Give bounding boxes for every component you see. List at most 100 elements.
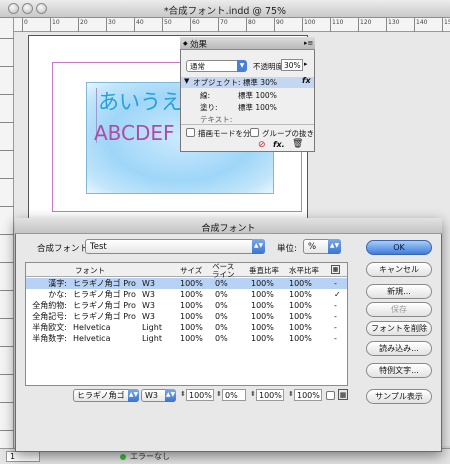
ruler-tick — [190, 18, 191, 32]
ruler-tick — [162, 18, 163, 32]
cell-hscale: 100% — [289, 279, 312, 288]
cell-hscale: 100% — [289, 323, 312, 332]
fill-effect-label[interactable]: 塗り: — [200, 102, 218, 113]
ruler-tick — [0, 66, 14, 67]
cancel-button[interactable]: キャンセル — [366, 262, 432, 277]
column-header-hscale[interactable]: 水平比率 — [289, 267, 319, 275]
cell-hscale: 100% — [289, 301, 312, 310]
cell-mark: - — [334, 279, 337, 288]
load-button[interactable]: 読み込み... — [366, 341, 432, 356]
unit-label: 単位: — [277, 244, 297, 254]
column-header-size[interactable]: サイズ — [180, 267, 202, 275]
ruler-tick — [442, 18, 443, 32]
trash-icon[interactable]: 🗑 — [292, 139, 303, 149]
disclosure-triangle-icon[interactable]: ▼ — [184, 77, 189, 85]
composite-font-select[interactable]: Test — [85, 239, 265, 254]
ruler-number: 70 — [220, 19, 228, 26]
preflight-status-icon — [120, 454, 126, 460]
column-header-font[interactable]: フォント — [75, 267, 105, 275]
ruler-tick — [134, 18, 135, 32]
cell-vscale: 100% — [251, 301, 274, 310]
ruler-tick — [106, 18, 107, 32]
column-header-baseline[interactable]: ベース ライン — [212, 263, 235, 279]
cell-vscale: 100% — [251, 279, 274, 288]
table-options-icon[interactable]: ▦ — [331, 265, 340, 274]
cell-font: ヒラギノ角ゴ Pro — [73, 301, 136, 310]
object-effect-label: オブジェクト: 標準 30% — [193, 78, 277, 87]
vscale-field[interactable]: 100% — [256, 389, 284, 401]
cell-baseline: 0% — [215, 323, 228, 332]
cell-mark: - — [334, 334, 337, 343]
chevron-down-icon[interactable]: ▲▼ — [328, 239, 341, 254]
fill-effect-value: 標準 100% — [238, 103, 277, 112]
hscale-field[interactable]: 100% — [294, 389, 322, 401]
cell-vscale: 100% — [251, 334, 274, 343]
page-number-field[interactable]: 1 — [6, 451, 40, 462]
cell-hscale: 100% — [289, 290, 312, 299]
ruler-number: 40 — [136, 19, 144, 26]
baseline-field[interactable]: 0% — [222, 389, 246, 401]
isolate-blend-label: 描画モードを分離 — [198, 129, 258, 138]
cell-baseline: 0% — [215, 312, 228, 321]
opacity-slider-icon[interactable]: ▸ — [304, 60, 308, 68]
cell-weight: W3 — [142, 312, 155, 321]
effects-panel-title: 効果 — [190, 40, 208, 50]
vscale-stepper-icon[interactable]: ⬍ — [250, 390, 256, 398]
cell-hscale: 100% — [289, 334, 312, 343]
ruler-number: 110 — [332, 19, 344, 26]
cell-hscale: 100% — [289, 312, 312, 321]
ruler-tick — [0, 122, 14, 123]
document-title: *合成フォント.indd @ 75% — [163, 6, 287, 17]
panel-collapse-icon[interactable]: ◆ — [183, 40, 188, 47]
new-button[interactable]: 新規... — [366, 284, 432, 299]
cell-weight: W3 — [142, 290, 155, 299]
column-header-vscale[interactable]: 垂直比率 — [249, 267, 279, 275]
ruler-number: 50 — [164, 19, 172, 26]
preflight-status-text[interactable]: エラーなし — [130, 451, 170, 462]
fx-icon[interactable]: fx — [302, 76, 311, 85]
size-field[interactable]: 100% — [186, 389, 214, 401]
grid-icon[interactable]: ▦ — [338, 389, 348, 400]
panel-menu-icon[interactable]: ▸≡ — [304, 39, 313, 47]
cell-font: ヒラギノ角ゴ Pro — [73, 290, 136, 299]
show-sample-button[interactable]: サンプル表示 — [366, 389, 432, 404]
baseline-stepper-icon[interactable]: ⬍ — [216, 390, 222, 398]
chevron-down-icon[interactable]: ▲▼ — [252, 239, 265, 254]
isolate-blend-checkbox[interactable] — [186, 128, 195, 137]
ruler-tick — [218, 18, 219, 32]
special-characters-button[interactable]: 特例文字... — [366, 363, 432, 378]
knockout-group-label: グループの抜き — [262, 129, 315, 138]
opacity-field[interactable]: 30% — [281, 59, 303, 71]
ruler-number: 100 — [304, 19, 316, 26]
clear-effects-icon[interactable]: ⊘ — [258, 140, 266, 150]
ruler-tick — [302, 18, 303, 32]
ok-button[interactable]: OK — [366, 240, 432, 255]
cell-character-type: かな: — [48, 290, 67, 299]
delete-font-button[interactable]: フォントを削除 — [366, 321, 432, 336]
cell-vscale: 100% — [251, 323, 274, 332]
ruler-number: 80 — [248, 19, 256, 26]
chevron-down-icon[interactable]: ▲▼ — [128, 389, 139, 402]
ruler-tick — [414, 18, 415, 32]
cell-size: 100% — [180, 279, 203, 288]
scale-link-checkbox[interactable] — [326, 391, 335, 400]
sample-text-kana[interactable]: あいうえ — [98, 86, 182, 116]
save-button[interactable]: 保存 — [366, 302, 432, 317]
ruler-tick — [330, 18, 331, 32]
cell-character-type: 全角記号: — [32, 312, 67, 321]
cell-size: 100% — [180, 301, 203, 310]
cell-baseline: 0% — [215, 290, 228, 299]
ruler-ticks: 0 10 20 30 40 50 60 70 80 90 100 110 120 130 140 150 — [14, 18, 450, 32]
cell-mark: - — [334, 301, 337, 310]
sample-text-latin[interactable]: ABCDEF — [94, 121, 175, 145]
knockout-group-checkbox[interactable] — [250, 128, 259, 137]
hscale-stepper-icon[interactable]: ⬍ — [288, 390, 294, 398]
chevron-down-icon[interactable]: ▲▼ — [165, 389, 176, 402]
stroke-effect-label[interactable]: 線: — [200, 90, 210, 101]
chevron-down-icon[interactable]: ▼ — [237, 60, 247, 72]
cell-mark: ✓ — [334, 290, 341, 299]
ruler-ticks-left — [0, 32, 14, 446]
cell-baseline: 0% — [215, 301, 228, 310]
size-stepper-icon[interactable]: ⬍ — [180, 390, 186, 398]
add-effect-icon[interactable]: fx. — [273, 140, 285, 149]
